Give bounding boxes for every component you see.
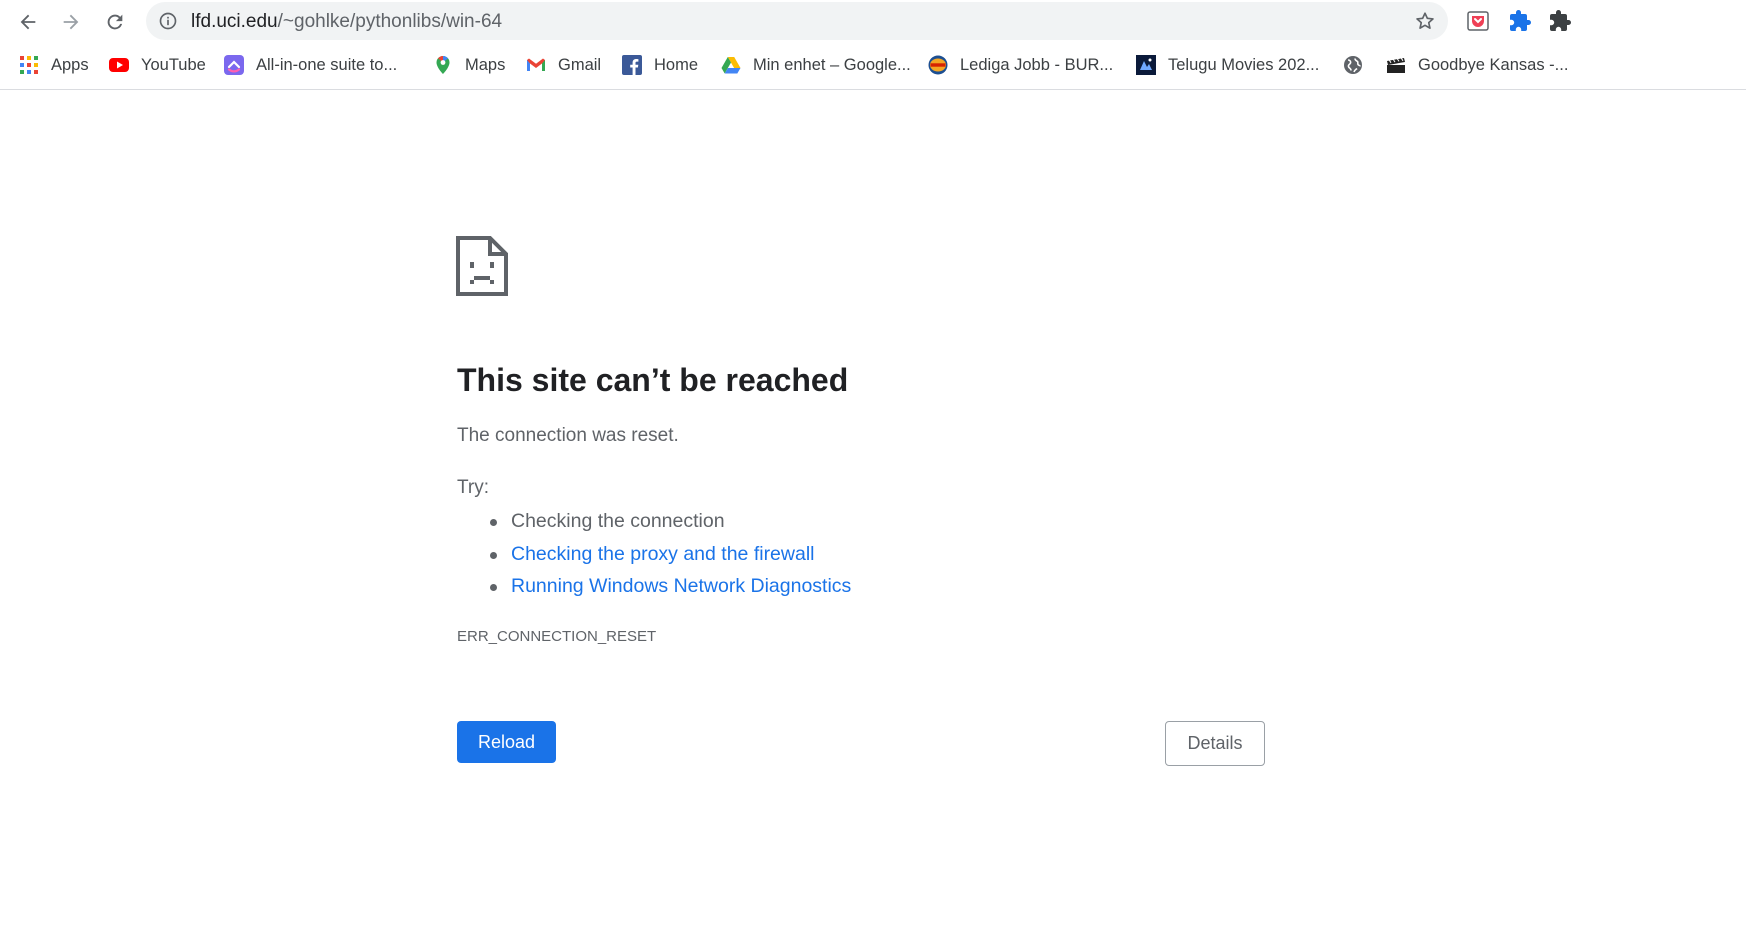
bookmark-clickup[interactable]: All-in-one suite to... — [224, 53, 397, 77]
gmail-icon — [527, 58, 545, 71]
back-arrow-icon — [20, 14, 36, 30]
bookmark-apps[interactable]: Apps — [19, 53, 89, 77]
back-button[interactable] — [12, 6, 44, 38]
globe-icon — [1344, 56, 1362, 74]
bookmark-label: Goodbye Kansas -... — [1418, 55, 1569, 74]
url-text[interactable]: lfd.uci.edu/~gohlke/pythonlibs/win-64 — [191, 11, 502, 33]
bookmark-label: Telugu Movies 202... — [1168, 55, 1320, 74]
suggestion-check-connection: Checking the connection — [489, 505, 851, 538]
extensions-puzzle-icon[interactable] — [1508, 9, 1532, 33]
bookmark-label: All-in-one suite to... — [256, 55, 398, 74]
error-description: The connection was reset. — [457, 425, 679, 446]
bookmark-lediga-jobb[interactable]: Lediga Jobb - BUR... — [928, 53, 1113, 77]
extensions-puzzle-icon-dark[interactable] — [1548, 9, 1572, 33]
forward-button[interactable] — [55, 6, 87, 38]
bookmark-label: Min enhet – Google... — [753, 55, 911, 74]
bookmark-goodbye-kansas[interactable]: Goodbye Kansas -... — [1386, 53, 1568, 77]
bookmark-label: Gmail — [558, 55, 602, 74]
details-button[interactable]: Details — [1165, 721, 1265, 766]
suggestion-network-diagnostics-link[interactable]: Running Windows Network Diagnostics — [489, 570, 851, 603]
url-path: /~gohlke/pythonlibs/win-64 — [277, 11, 503, 32]
try-label: Try: — [457, 477, 490, 498]
bookmark-gmail[interactable]: Gmail — [526, 53, 601, 77]
suggestions-list: Checking the connection Checking the pro… — [457, 505, 851, 603]
error-title: This site can’t be reached — [457, 362, 849, 398]
goodbye-kansas-icon — [1387, 57, 1405, 73]
facebook-icon — [622, 55, 642, 75]
apps-grid-icon — [20, 56, 38, 74]
forward-arrow-icon — [63, 14, 79, 30]
google-maps-icon — [436, 56, 450, 74]
suggestion-check-proxy-firewall-link[interactable]: Checking the proxy and the firewall — [489, 538, 851, 571]
browser-toolbar: lfd.uci.edu/~gohlke/pythonlibs/win-64 — [0, 0, 1746, 44]
youtube-icon — [109, 58, 129, 72]
bookmark-label: YouTube — [141, 55, 206, 74]
bookmark-youtube[interactable]: YouTube — [109, 53, 206, 77]
bookmark-telugu-movies[interactable]: Telugu Movies 202... — [1136, 53, 1319, 77]
address-bar[interactable]: lfd.uci.edu/~gohlke/pythonlibs/win-64 — [146, 2, 1448, 40]
sad-page-icon — [456, 236, 508, 296]
bookmark-label: Lediga Jobb - BUR... — [960, 55, 1114, 74]
bookmark-facebook-home[interactable]: Home — [622, 53, 698, 77]
bookmark-label: Home — [654, 55, 699, 74]
bookmarks-bar: Apps YouTube All-in-one suite to... Maps… — [0, 44, 1746, 90]
reload-button[interactable]: Reload — [457, 721, 556, 763]
bookmark-google-drive[interactable]: Min enhet – Google... — [721, 53, 911, 77]
bookmark-star-icon[interactable] — [1414, 10, 1436, 32]
burger-king-icon — [928, 55, 948, 75]
error-code: ERR_CONNECTION_RESET — [457, 628, 657, 645]
refresh-icon — [107, 14, 123, 30]
clickup-icon — [224, 55, 244, 75]
url-host: lfd.uci.edu — [191, 11, 278, 32]
google-drive-icon — [721, 57, 741, 74]
info-icon[interactable] — [158, 11, 178, 31]
movie-site-icon — [1136, 55, 1156, 75]
reload-page-button[interactable] — [99, 6, 131, 38]
bookmark-globe[interactable] — [1343, 53, 1375, 77]
bookmark-label: Apps — [51, 55, 89, 74]
bookmark-maps[interactable]: Maps — [433, 53, 505, 77]
bookmark-label: Maps — [465, 55, 506, 74]
pocket-extension-icon[interactable] — [1466, 9, 1490, 33]
